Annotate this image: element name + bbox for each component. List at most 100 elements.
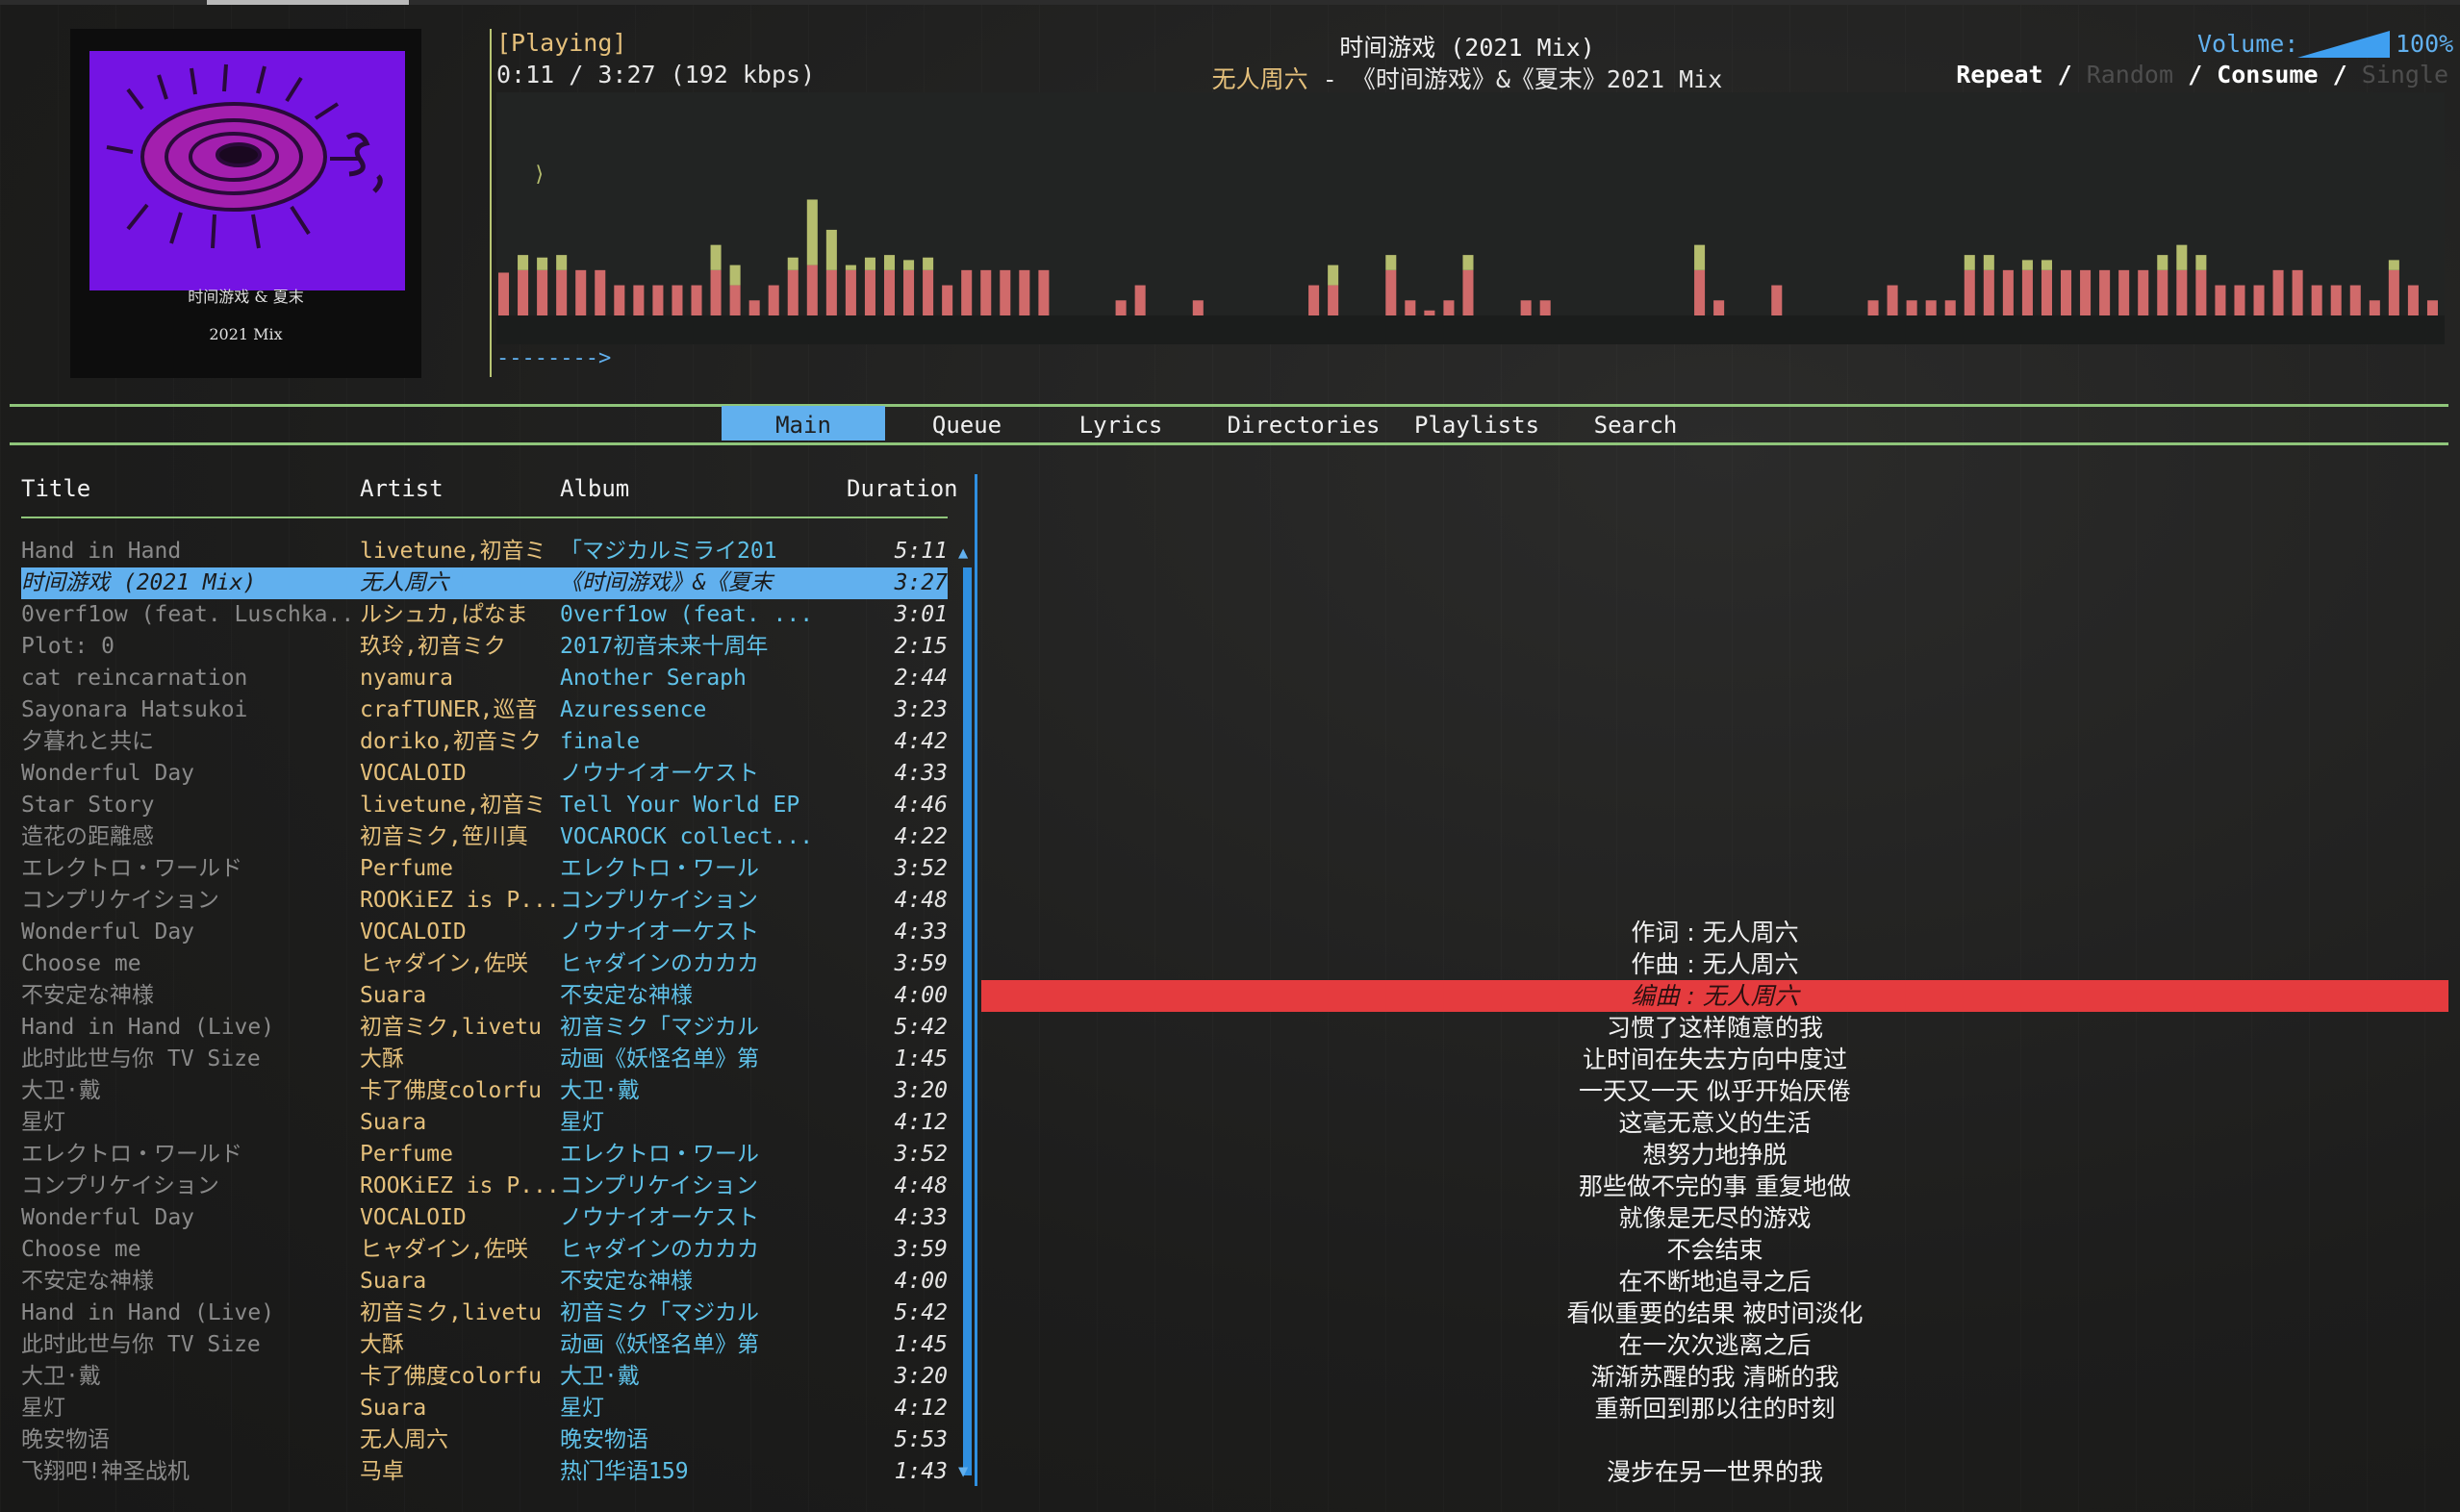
spectrum-bar bbox=[2157, 269, 2168, 315]
spectrum-bar bbox=[2407, 285, 2419, 315]
visualizer-glyph: ⟩ bbox=[533, 163, 545, 187]
spectrum-bar bbox=[961, 269, 973, 315]
table-row[interactable]: Wonderful Day VOCALOID ノウナイオーケスト 4:33 bbox=[21, 758, 948, 790]
table-row[interactable]: コンプリケイション ROOKiEZ is P... コンプリケイション 4:48 bbox=[21, 885, 948, 917]
song-artist: doriko,初音ミク bbox=[360, 729, 542, 754]
player-status: [Playing] bbox=[496, 29, 627, 57]
spectrum-bar bbox=[923, 269, 934, 315]
column-header-duration[interactable]: Duration bbox=[847, 475, 958, 502]
table-row[interactable]: 此时此世与你 TV Size 大酥 动画《妖怪名单》第 1:45 bbox=[21, 1329, 948, 1361]
tab-directories[interactable]: Directories bbox=[1212, 406, 1395, 441]
spectrum-visualizer: ⟩ bbox=[496, 92, 2445, 344]
table-row[interactable]: 不安定な神様 Suara 不安定な神様 4:00 bbox=[21, 980, 948, 1012]
song-album: 不安定な神様 bbox=[560, 983, 693, 1008]
spectrum-peak bbox=[806, 199, 818, 265]
column-header-album[interactable]: Album bbox=[560, 475, 629, 502]
table-row[interactable]: 星灯 Suara 星灯 4:12 bbox=[21, 1107, 948, 1139]
spectrum-peak bbox=[1694, 244, 1706, 270]
table-row[interactable]: Hand in Hand (Live) 初音ミク,livetu 初音ミク「マジカル 5… bbox=[21, 1012, 948, 1044]
spectrum-bar bbox=[1983, 269, 1994, 315]
table-row[interactable]: Wonderful Day VOCALOID ノウナイオーケスト 4:33 bbox=[21, 1202, 948, 1234]
song-album: ヒャダインのカカカ bbox=[560, 951, 759, 976]
spectrum-peak bbox=[537, 257, 548, 270]
random-mode[interactable]: Random bbox=[2087, 61, 2173, 88]
tab-search[interactable]: Search bbox=[1554, 406, 1717, 441]
table-row[interactable]: コンプリケイション ROOKiEZ is P... コンプリケイション 4:48 bbox=[21, 1171, 948, 1202]
song-duration: 3:52 bbox=[894, 856, 948, 881]
table-row[interactable]: Plot: 0 玖玲,初音ミク 2017初音未来十周年 2:15 bbox=[21, 631, 948, 663]
table-row[interactable]: Hand in Hand livetune,初音ミ 「マジカルミライ201 5:11 bbox=[21, 536, 948, 567]
song-duration: 4:00 bbox=[894, 1269, 948, 1294]
table-row[interactable]: エレクトロ・ワールド Perfume エレクトロ・ワール 3:52 bbox=[21, 853, 948, 885]
single-mode[interactable]: Single bbox=[2362, 61, 2448, 88]
column-header-title[interactable]: Title bbox=[21, 475, 90, 502]
spectrum-bar bbox=[729, 285, 741, 315]
table-row[interactable]: Wonderful Day VOCALOID ノウナイオーケスト 4:33 bbox=[21, 917, 948, 948]
song-duration: 3:01 bbox=[894, 602, 948, 627]
spectrum-bar bbox=[1192, 300, 1204, 315]
table-row[interactable]: 大卫·戴 卡了佛度colorfu 大卫·戴 3:20 bbox=[21, 1075, 948, 1107]
table-row[interactable]: 此时此世与你 TV Size 大酥 动画《妖怪名单》第 1:45 bbox=[21, 1044, 948, 1075]
scroll-down-icon[interactable]: ▼ bbox=[958, 1462, 968, 1481]
table-row[interactable]: 0verf1ow (feat. Luschka... ルシュカ,ぱなま 0verf1… bbox=[21, 599, 948, 631]
table-row[interactable]: Choose me ヒャダイン,佐咲 ヒャダインのカカカ 3:59 bbox=[21, 948, 948, 980]
tab-queue[interactable]: Queue bbox=[885, 406, 1049, 441]
volume-bar[interactable] bbox=[2297, 31, 2390, 58]
spectrum-bar bbox=[2080, 269, 2092, 315]
spectrum-peak bbox=[825, 229, 837, 270]
table-row[interactable]: 不安定な神様 Suara 不安定な神様 4:00 bbox=[21, 1266, 948, 1298]
column-header-artist[interactable]: Artist bbox=[360, 475, 444, 502]
scroll-up-icon[interactable]: ▲ bbox=[958, 543, 968, 563]
table-row[interactable]: 夕暮れと共に doriko,初音ミク finale 4:42 bbox=[21, 726, 948, 758]
song-album: finale bbox=[560, 729, 641, 754]
repeat-mode[interactable]: Repeat bbox=[1956, 61, 2042, 88]
mode-separator: / bbox=[2318, 61, 2362, 88]
song-duration: 3:59 bbox=[894, 1237, 948, 1262]
spectrum-bar bbox=[1944, 300, 1956, 315]
spectrum-peak bbox=[923, 257, 934, 270]
song-album: 不安定な神様 bbox=[560, 1269, 693, 1294]
song-album: 星灯 bbox=[560, 1396, 604, 1421]
spectrum-bar bbox=[980, 269, 992, 315]
table-row[interactable]: 晚安物语 无人周六 晚安物语 5:53 bbox=[21, 1424, 948, 1456]
spectrum-peak bbox=[710, 244, 722, 270]
table-row[interactable]: Choose me ヒャダイン,佐咲 ヒャダインのカカカ 3:59 bbox=[21, 1234, 948, 1266]
song-album: コンプリケイション bbox=[560, 1173, 758, 1198]
table-row[interactable]: 时间游戏 (2021 Mix) 无人周六 《时间游戏》&《夏末 3:27 bbox=[21, 567, 948, 599]
song-artist: 无人周六 bbox=[360, 1427, 448, 1452]
spectrum-bar bbox=[2234, 285, 2245, 315]
table-row[interactable]: Star Story livetune,初音ミ Tell Your World EP… bbox=[21, 790, 948, 821]
tab-playlists[interactable]: Playlists bbox=[1395, 406, 1559, 441]
song-title: Sayonara Hatsukoi bbox=[21, 697, 248, 722]
progress-bar[interactable]: --------> bbox=[496, 346, 611, 370]
tab-lyrics[interactable]: Lyrics bbox=[1039, 406, 1203, 441]
spectrum-bar bbox=[825, 269, 837, 315]
song-artist: 大酥 bbox=[360, 1046, 404, 1071]
song-duration: 2:15 bbox=[894, 634, 948, 659]
table-row[interactable]: 造花の距離感 初音ミク,笹川真 VOCAROCK collect... 4:22 bbox=[21, 821, 948, 853]
spectrum-bar bbox=[1713, 300, 1725, 315]
song-album: コンプリケイション bbox=[560, 888, 758, 913]
album-art-caption: 时间游戏 & 夏末 bbox=[188, 288, 304, 306]
table-row[interactable]: cat reincarnation nyamura Another Seraph 2:… bbox=[21, 663, 948, 694]
tab-main[interactable]: Main bbox=[722, 406, 885, 441]
spectrum-bar bbox=[748, 300, 760, 315]
table-row[interactable]: エレクトロ・ワールド Perfume エレクトロ・ワール 3:52 bbox=[21, 1139, 948, 1171]
table-row[interactable]: 星灯 Suara 星灯 4:12 bbox=[21, 1393, 948, 1424]
spectrum-bar bbox=[2099, 269, 2111, 315]
song-album: 初音ミク「マジカル bbox=[560, 1015, 759, 1040]
table-row[interactable]: 大卫·戴 卡了佛度colorfu 大卫·戴 3:20 bbox=[21, 1361, 948, 1393]
song-title: 不安定な神様 bbox=[21, 1269, 154, 1294]
song-album: 大卫·戴 bbox=[560, 1364, 640, 1389]
consume-mode[interactable]: Consume bbox=[2217, 61, 2318, 88]
spectrum-bar bbox=[595, 269, 606, 315]
scrollbar-thumb[interactable] bbox=[963, 567, 972, 1475]
song-duration: 4:48 bbox=[894, 888, 948, 913]
table-row[interactable]: Hand in Hand (Live) 初音ミク,livetu 初音ミク「マジカル 5… bbox=[21, 1298, 948, 1329]
song-duration: 2:44 bbox=[894, 666, 948, 691]
table-row[interactable]: 飞翔吧!神圣战机 马卓 热门华语159 1:43 bbox=[21, 1456, 948, 1488]
song-album: 星灯 bbox=[560, 1110, 604, 1135]
table-row[interactable]: Sayonara Hatsukoi crafTUNER,巡音 Azuressence… bbox=[21, 694, 948, 726]
artist-album-separator: - bbox=[1307, 65, 1352, 93]
song-duration: 4:46 bbox=[894, 793, 948, 818]
